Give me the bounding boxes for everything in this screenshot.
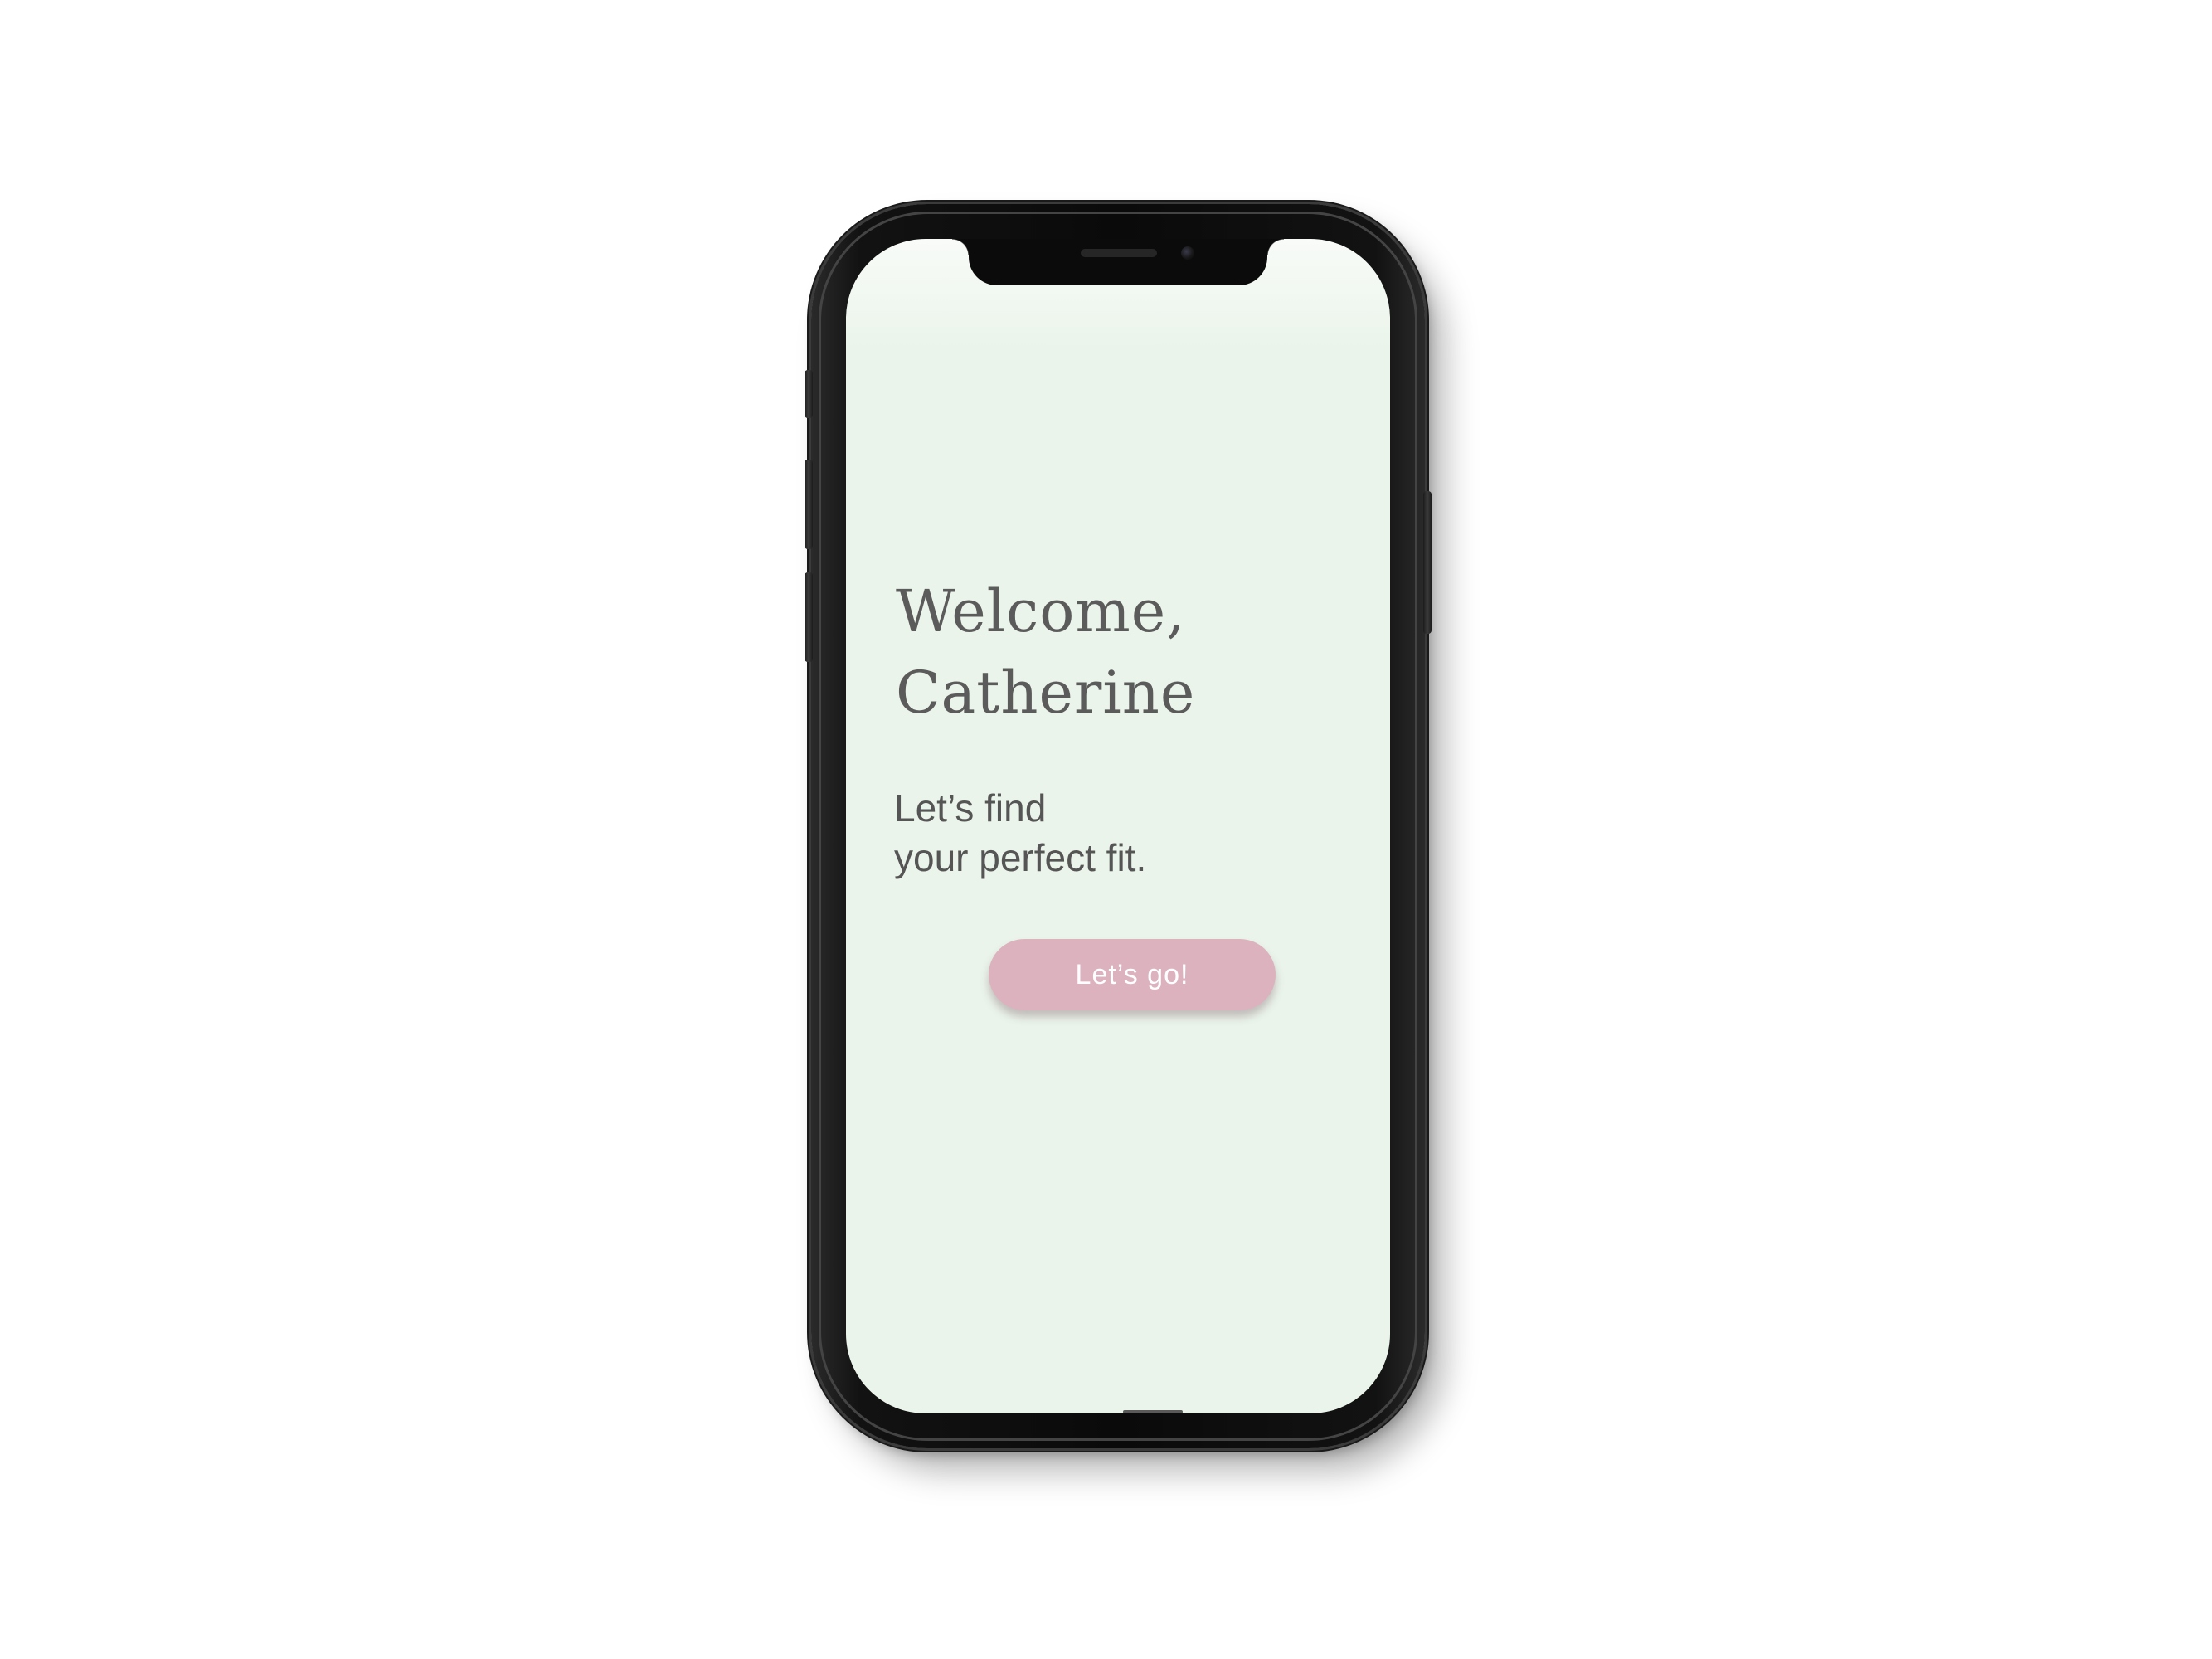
speaker-icon [1081, 249, 1157, 257]
tagline: Let’s find your perfect fit. [894, 783, 1146, 883]
power-button [1423, 491, 1432, 634]
tagline-line-2: your perfect fit. [894, 836, 1147, 879]
user-name: Catherine [896, 659, 1196, 727]
tagline-line-1: Let’s find [894, 786, 1047, 830]
phone-screen: Welcome, Catherine Let’s find your perfe… [846, 239, 1390, 1413]
camera-icon [1181, 246, 1194, 260]
welcome-heading: Welcome, Catherine [896, 571, 1195, 733]
volume-up-button [805, 460, 813, 549]
notch [952, 239, 1284, 285]
lets-go-button[interactable]: Let’s go! [989, 939, 1276, 1010]
phone-mockup: Welcome, Catherine Let’s find your perfe… [805, 204, 1432, 1448]
home-indicator [1123, 1410, 1183, 1413]
silent-switch [805, 370, 813, 418]
volume-down-button [805, 572, 813, 662]
welcome-line: Welcome, [896, 577, 1186, 645]
